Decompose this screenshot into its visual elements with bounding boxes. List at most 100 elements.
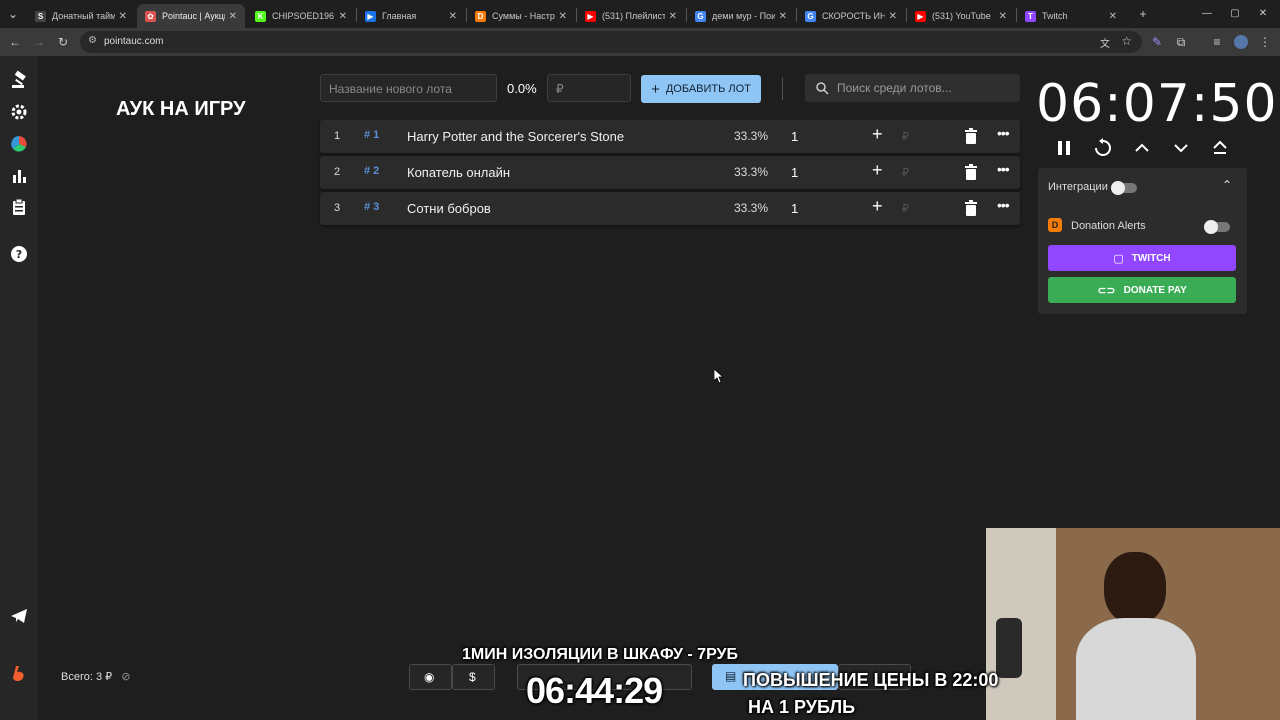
lot-amount[interactable]: 1	[791, 165, 798, 180]
tab-favicon-icon: ▶	[915, 10, 926, 22]
svg-text:?: ?	[16, 248, 22, 261]
forward-icon[interactable]: →	[32, 35, 46, 49]
twitch-button[interactable]: ▢ TWITCH	[1048, 245, 1236, 271]
boosty-icon[interactable]	[9, 664, 29, 684]
lot-name[interactable]: Сотни бобров	[407, 201, 491, 216]
donation-alerts-label: Donation Alerts	[1071, 220, 1146, 232]
tab-favicon-icon: D	[475, 10, 486, 22]
donate-dollar-button[interactable]: $	[452, 664, 495, 690]
add-amount-icon[interactable]: +	[872, 160, 883, 181]
browser-tab[interactable]: ▶ (531) YouTube ✕	[907, 4, 1015, 28]
wheel-chart-icon[interactable]	[9, 134, 29, 154]
stats-bar-icon[interactable]	[9, 166, 29, 186]
lot-currency-input[interactable]: ₽	[902, 202, 909, 215]
twitch-label: TWITCH	[1131, 252, 1171, 264]
browser-tab[interactable]: G СКОРОСТЬ ИНТЕРНЕТА ✕	[797, 4, 905, 28]
tab-close-icon[interactable]: ✕	[559, 11, 567, 22]
donation-alerts-toggle[interactable]	[1204, 220, 1230, 234]
tab-close-icon[interactable]: ✕	[339, 11, 347, 22]
tab-search-icon[interactable]: ⌄	[6, 7, 20, 21]
menu-icon[interactable]: ⋮	[1258, 35, 1272, 49]
tab-close-icon[interactable]: ✕	[669, 11, 677, 22]
integrations-toggle[interactable]	[1111, 181, 1137, 195]
tab-close-icon[interactable]: ✕	[119, 11, 127, 22]
telegram-icon[interactable]	[9, 606, 29, 626]
new-tab-icon[interactable]: +	[1136, 7, 1150, 21]
extension-pen-icon[interactable]: ✎	[1150, 35, 1164, 49]
auction-hammer-icon[interactable]	[9, 70, 29, 90]
lot-row: 2 # 2 Копатель онлайн 33.3% 1 + ₽ •••	[320, 156, 1020, 189]
window-close-icon[interactable]: ✕	[1256, 7, 1270, 21]
dollar-icon: $	[469, 670, 476, 684]
media-controls-icon[interactable]: ≡	[1210, 35, 1224, 49]
clipboard-icon[interactable]	[9, 197, 29, 217]
tab-favicon-icon: G	[805, 10, 816, 22]
browser-tab[interactable]: ▶ Главная ✕	[357, 4, 465, 28]
reload-icon[interactable]: ↻	[56, 35, 70, 49]
browser-tab[interactable]: K CHIPSOED196 Stream ✕	[247, 4, 355, 28]
tab-label: Донатный таймер	[52, 11, 115, 21]
extensions-icon[interactable]: ⧉	[1174, 35, 1188, 49]
more-options-icon[interactable]: •••	[997, 161, 1010, 177]
time-down-icon[interactable]	[1171, 138, 1191, 158]
tab-close-icon[interactable]: ✕	[1109, 11, 1117, 22]
tab-label: (531) YouTube	[932, 11, 991, 21]
tab-close-icon[interactable]: ✕	[449, 11, 457, 22]
settings-gear-icon[interactable]	[9, 102, 29, 122]
more-options-icon[interactable]: •••	[997, 197, 1010, 213]
browser-tab[interactable]: S Донатный таймер ✕	[27, 4, 135, 28]
url-text: pointauc.com	[104, 36, 164, 47]
lot-currency-input[interactable]: ₽	[902, 130, 909, 143]
lot-currency-input[interactable]: ₽	[902, 166, 909, 179]
tab-close-icon[interactable]: ✕	[229, 11, 237, 22]
new-lot-input[interactable]: Название нового лота	[320, 74, 497, 102]
lot-name[interactable]: Копатель онлайн	[407, 165, 510, 180]
price-increase-line1: ПОВЫШЕНИЕ ЦЕНЫ В 22:00	[743, 670, 999, 690]
tab-close-icon[interactable]: ✕	[889, 11, 897, 22]
cam-person-body	[1076, 618, 1196, 720]
more-options-icon[interactable]: •••	[997, 125, 1010, 141]
tab-close-icon[interactable]: ✕	[999, 11, 1007, 22]
site-info-icon[interactable]: ⚙	[88, 35, 97, 46]
back-icon[interactable]: ←	[8, 35, 22, 49]
isolation-price-text: 1МИН ИЗОЛЯЦИИ В ШКАФУ - 7РУБ	[462, 646, 738, 663]
maximize-icon[interactable]: ▢	[1228, 7, 1242, 21]
delete-trash-icon[interactable]	[964, 200, 978, 216]
time-up-icon[interactable]	[1132, 138, 1152, 158]
github-button[interactable]: ◉	[409, 664, 452, 690]
double-up-icon[interactable]	[1210, 138, 1230, 158]
lot-id: # 3	[364, 201, 380, 213]
bookmark-star-icon[interactable]: ☆	[1121, 34, 1132, 48]
delete-trash-icon[interactable]	[964, 128, 978, 144]
pause-icon[interactable]	[1054, 138, 1074, 158]
translate-icon[interactable]: 文	[1100, 35, 1110, 50]
lot-name[interactable]: Harry Potter and the Sorcerer's Stone	[407, 129, 624, 144]
collapse-chevron-icon[interactable]: ⌃	[1222, 178, 1232, 192]
browser-tab[interactable]: Gдеми мур - Поиск ✕	[687, 4, 795, 28]
add-amount-icon[interactable]: +	[872, 196, 883, 217]
lot-search-input[interactable]: Поиск среди лотов...	[805, 74, 1020, 102]
delete-trash-icon[interactable]	[964, 164, 978, 180]
donatepay-button[interactable]: ⊂⊃ DONATE PAY	[1048, 277, 1236, 303]
browser-tab[interactable]: D Суммы - Настройки ✕	[467, 4, 575, 28]
add-amount-icon[interactable]: +	[872, 124, 883, 145]
tab-label: Twitch	[1042, 11, 1068, 21]
minimize-icon[interactable]: —	[1200, 7, 1214, 21]
hide-eye-icon[interactable]: ⊘	[121, 671, 130, 683]
amount-input[interactable]: ₽	[547, 74, 631, 102]
profile-avatar[interactable]	[1234, 35, 1248, 49]
reset-icon[interactable]	[1093, 138, 1113, 158]
tab-favicon-icon: ▶	[585, 10, 596, 22]
browser-tab[interactable]: ✿ Pointauc | Аукцион ✕	[137, 4, 245, 28]
tab-close-icon[interactable]: ✕	[779, 11, 787, 22]
lot-position: 2	[334, 166, 341, 178]
address-bar[interactable]: ⚙ pointauc.com 文 ☆	[80, 31, 1142, 53]
cam-person-head	[1104, 552, 1166, 624]
add-lot-button[interactable]: + ДОБАВИТЬ ЛОТ	[641, 75, 761, 103]
lot-amount[interactable]: 1	[791, 201, 798, 216]
browser-tab[interactable]: T Twitch ✕	[1017, 4, 1125, 28]
help-icon[interactable]: ?	[9, 244, 29, 264]
auction-timer: 06:07:50	[1036, 74, 1278, 134]
lot-amount[interactable]: 1	[791, 129, 798, 144]
browser-tab[interactable]: ▶ (531) Плейлист с ✕	[577, 4, 685, 28]
